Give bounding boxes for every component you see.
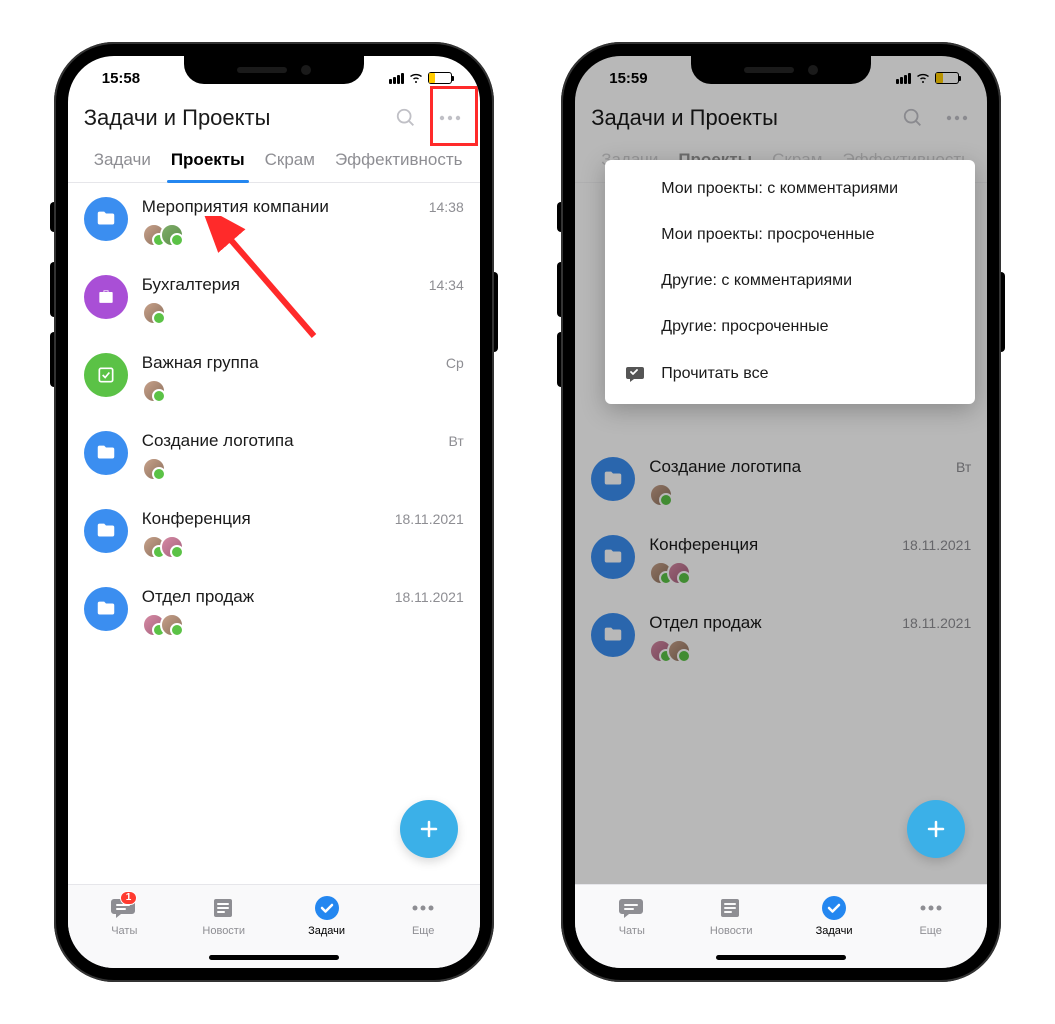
more-icon (916, 895, 946, 921)
nav-label: Новости (710, 925, 753, 937)
list-item-title: Важная группа (142, 353, 259, 373)
nav-label: Задачи (816, 925, 853, 937)
list-item[interactable]: Создание логотипа Вт (68, 417, 480, 495)
tab-efficiency[interactable]: Эффективность (325, 140, 473, 182)
more-icon (408, 895, 438, 921)
home-indicator (716, 955, 846, 960)
folder-icon (84, 197, 128, 241)
tab-scrum[interactable]: Скрам (255, 140, 325, 182)
avatar-stack (142, 457, 464, 481)
add-button[interactable] (400, 800, 458, 858)
nav-label: Новости (202, 925, 245, 937)
chat-icon (617, 895, 647, 921)
list-item-time: 18.11.2021 (395, 589, 464, 605)
status-time: 15:58 (102, 70, 140, 87)
tabs-bar: Задачи Проекты Скрам Эффективность (68, 140, 480, 183)
avatar-stack (142, 301, 464, 325)
bottom-navbar: 1 Чаты Новости Задачи Еще (68, 884, 480, 968)
list-item-time: 14:38 (429, 199, 464, 215)
menu-item-read-all[interactable]: Прочитать все (605, 350, 975, 398)
folder-icon (84, 587, 128, 631)
read-all-icon (625, 364, 647, 384)
nav-tasks[interactable]: Задачи (816, 895, 853, 937)
tab-projects[interactable]: Проекты (161, 140, 255, 182)
page-title: Задачи и Проекты (84, 105, 271, 131)
list-item-title: Отдел продаж (142, 587, 254, 607)
list-item[interactable]: Бухгалтерия 14:34 (68, 261, 480, 339)
list-item[interactable]: Конференция 18.11.2021 (68, 495, 480, 573)
nav-label: Чаты (111, 925, 137, 937)
nav-badge: 1 (120, 891, 138, 905)
tab-tasks[interactable]: Задачи (84, 140, 161, 182)
list-item-time: 18.11.2021 (395, 511, 464, 527)
list-item-title: Бухгалтерия (142, 275, 240, 295)
phone-mockup-2: 15:59 Задачи и Проекты Задачи (561, 42, 1001, 982)
list-item[interactable]: Отдел продаж 18.11.2021 (68, 573, 480, 651)
news-icon (209, 895, 239, 921)
list-item-time: Ср (446, 355, 464, 371)
battery-icon (428, 72, 452, 84)
briefcase-icon (84, 275, 128, 319)
device-notch (691, 56, 871, 84)
list-item[interactable]: Мероприятия компании 14:38 (68, 183, 480, 261)
chat-icon: 1 (109, 895, 139, 921)
search-icon[interactable] (392, 104, 420, 132)
folder-icon (84, 509, 128, 553)
nav-more[interactable]: Еще (408, 895, 438, 937)
context-menu: Мои проекты: с комментариями Мои проекты… (605, 160, 975, 404)
phone-mockup-1: 15:58 Задачи и Проекты (54, 42, 494, 982)
list-item-title: Мероприятия компании (142, 197, 329, 217)
wifi-icon (408, 70, 424, 87)
avatar-stack (142, 379, 464, 403)
projects-list: Мероприятия компании 14:38 Бухгалтерия 1… (68, 183, 480, 651)
menu-item[interactable]: Другие: просроченные (605, 304, 975, 350)
avatar-stack (142, 223, 464, 247)
cellular-signal-icon (389, 73, 404, 84)
nav-label: Еще (919, 925, 941, 937)
nav-chats[interactable]: 1 Чаты (109, 895, 139, 937)
list-item-time: 14:34 (429, 277, 464, 293)
nav-label: Чаты (619, 925, 645, 937)
tasks-icon (312, 895, 342, 921)
add-button[interactable] (907, 800, 965, 858)
nav-label: Еще (412, 925, 434, 937)
list-item-title: Создание логотипа (142, 431, 294, 451)
menu-item[interactable]: Мои проекты: с комментариями (605, 166, 975, 212)
avatar-stack (142, 535, 464, 559)
nav-news[interactable]: Новости (202, 895, 245, 937)
news-icon (716, 895, 746, 921)
nav-more[interactable]: Еще (916, 895, 946, 937)
folder-icon (84, 431, 128, 475)
bottom-navbar: Чаты Новости Задачи Еще (575, 884, 987, 968)
list-item-title: Конференция (142, 509, 251, 529)
nav-news[interactable]: Новости (710, 895, 753, 937)
list-item-time: Вт (448, 433, 463, 449)
more-menu-icon[interactable] (436, 104, 464, 132)
menu-item[interactable]: Другие: с комментариями (605, 258, 975, 304)
home-indicator (209, 955, 339, 960)
app-header: Задачи и Проекты (68, 100, 480, 140)
nav-chats[interactable]: Чаты (617, 895, 647, 937)
avatar-stack (142, 613, 464, 637)
nav-label: Задачи (308, 925, 345, 937)
list-item[interactable]: Важная группа Ср (68, 339, 480, 417)
device-notch (184, 56, 364, 84)
checkbox-icon (84, 353, 128, 397)
menu-item[interactable]: Мои проекты: просроченные (605, 212, 975, 258)
tasks-icon (819, 895, 849, 921)
nav-tasks[interactable]: Задачи (308, 895, 345, 937)
